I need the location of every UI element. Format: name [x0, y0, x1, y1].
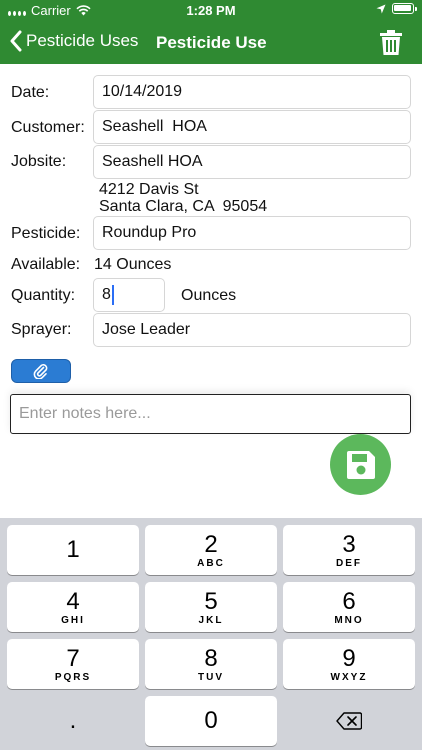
save-button[interactable]: [330, 434, 391, 495]
key-1-digit: 1: [66, 536, 80, 563]
key-5-digit: 5: [204, 587, 218, 615]
key-decimal-symbol: .: [69, 707, 77, 734]
notes-input[interactable]: Enter notes here...: [10, 394, 411, 434]
key-7-digit: 7: [66, 644, 80, 672]
key-8[interactable]: 8 TUV: [145, 639, 277, 689]
key-2[interactable]: 2 ABC: [145, 525, 277, 575]
paperclip-icon: [33, 364, 48, 379]
customer-label: Customer:: [11, 119, 85, 136]
key-8-digit: 8: [204, 644, 218, 672]
quantity-value: 8: [102, 286, 111, 303]
backspace-icon: [336, 712, 362, 730]
quantity-field[interactable]: 8: [93, 278, 165, 312]
key-1[interactable]: 1: [7, 525, 139, 575]
status-bar: Carrier 1:28 PM: [0, 0, 422, 22]
key-4-letters: GHI: [61, 614, 85, 626]
back-button[interactable]: Pesticide Uses: [10, 30, 138, 52]
floppy-disk-icon: [346, 450, 375, 479]
key-9[interactable]: 9 WXYZ: [283, 639, 415, 689]
status-time: 1:28 PM: [186, 3, 236, 18]
nav-bar: Pesticide Uses Pesticide Use: [0, 22, 422, 64]
key-0[interactable]: 0: [145, 696, 277, 746]
pesticide-field[interactable]: Roundup Pro: [93, 216, 411, 250]
available-label: Available:: [11, 256, 81, 273]
quantity-label: Quantity:: [11, 287, 76, 304]
key-9-letters: WXYZ: [330, 671, 368, 683]
battery-icon: [392, 3, 417, 14]
key-5[interactable]: 5 JKL: [145, 582, 277, 632]
key-4[interactable]: 4 GHI: [7, 582, 139, 632]
key-4-digit: 4: [66, 587, 80, 615]
key-2-digit: 2: [204, 530, 218, 558]
chevron-left-icon: [10, 30, 22, 52]
sprayer-field[interactable]: Jose Leader: [93, 313, 411, 347]
numeric-keypad: 1 2 ABC 3 DEF 4 GHI 5 JKL 6 MNO 7 PQRS 8…: [0, 518, 422, 750]
backspace-key[interactable]: [283, 696, 415, 746]
key-8-letters: TUV: [198, 671, 224, 683]
quantity-unit: Ounces: [181, 287, 237, 304]
jobsite-field[interactable]: Seashell HOA: [93, 145, 411, 179]
date-label: Date:: [11, 84, 50, 101]
key-3[interactable]: 3 DEF: [283, 525, 415, 575]
key-0-digit: 0: [204, 707, 218, 734]
key-3-letters: DEF: [336, 557, 362, 569]
date-field[interactable]: 10/14/2019: [93, 75, 411, 109]
page-title: Pesticide Use: [156, 33, 267, 52]
sprayer-label: Sprayer:: [11, 321, 72, 338]
key-6-digit: 6: [342, 587, 356, 615]
trash-icon: [380, 30, 402, 55]
key-6[interactable]: 6 MNO: [283, 582, 415, 632]
key-5-letters: JKL: [198, 614, 224, 626]
key-2-letters: ABC: [197, 557, 225, 569]
key-7-letters: PQRS: [54, 671, 92, 683]
pesticide-label: Pesticide:: [11, 225, 81, 242]
location-arrow-icon: [376, 4, 386, 13]
key-6-letters: MNO: [334, 614, 364, 626]
attach-button[interactable]: [11, 359, 71, 383]
available-value: 14 Ounces: [94, 256, 172, 273]
text-cursor: [111, 285, 114, 305]
back-button-label: Pesticide Uses: [26, 31, 139, 50]
key-3-digit: 3: [342, 530, 356, 558]
key-7[interactable]: 7 PQRS: [7, 639, 139, 689]
jobsite-address-line1: 4212 Davis St: [99, 181, 199, 198]
jobsite-address-line2: Santa Clara, CA 95054: [99, 198, 268, 215]
delete-button[interactable]: [380, 30, 402, 60]
key-9-digit: 9: [342, 644, 356, 672]
customer-field[interactable]: Seashell HOA: [93, 110, 411, 144]
key-decimal[interactable]: .: [7, 696, 139, 746]
jobsite-label: Jobsite:: [11, 153, 67, 170]
